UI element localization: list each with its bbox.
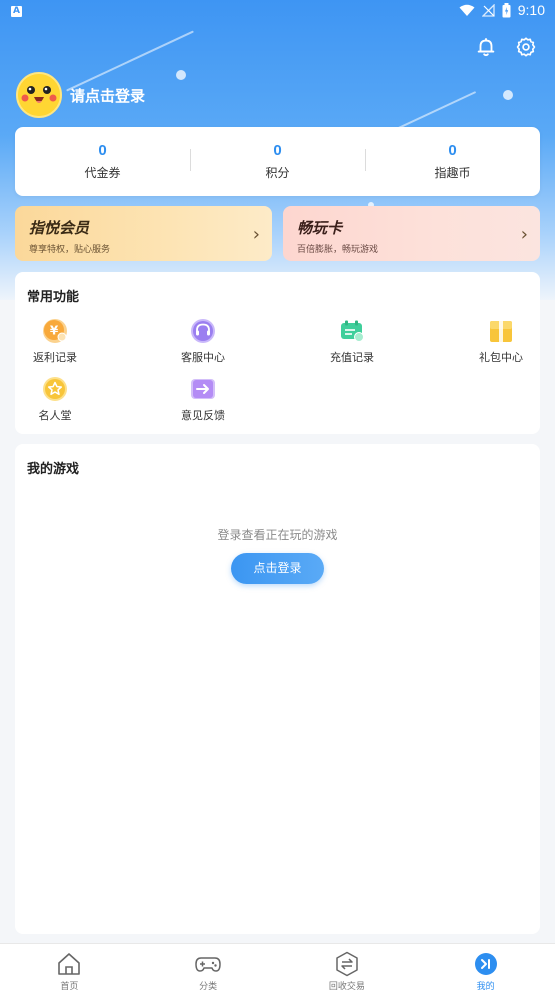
- stat-label: 指趣币: [434, 166, 471, 180]
- clock: 9:10: [517, 2, 545, 18]
- tab-label: 分类: [199, 982, 218, 992]
- avatar-face-icon: [18, 74, 60, 116]
- notification-icon: A: [11, 6, 22, 17]
- vip-membership-banner[interactable]: 指悦会员 尊享特权，贴心服务 ›: [15, 206, 272, 261]
- stat-value: 0: [98, 142, 107, 159]
- gift-icon: [490, 321, 512, 342]
- func-hall-of-fame[interactable]: 名人堂: [15, 376, 95, 423]
- stat-points[interactable]: 0 积分: [190, 142, 365, 181]
- tab-label: 首页: [60, 982, 79, 992]
- empty-state-text: 登录查看正在玩的游戏: [217, 528, 338, 542]
- tab-trade[interactable]: 回收交易: [278, 944, 417, 993]
- tab-category[interactable]: 分类: [139, 944, 278, 993]
- login-button[interactable]: 点击登录: [231, 553, 324, 584]
- recharge-icon: [341, 320, 364, 342]
- tab-home[interactable]: 首页: [0, 944, 139, 993]
- bottom-tab-bar: 首页 分类 回收交易 我的: [0, 943, 555, 993]
- func-label: 意见反馈: [181, 409, 225, 422]
- promo-subtitle: 百倍膨胀，畅玩游戏: [297, 245, 379, 255]
- tab-label: 我的: [476, 982, 495, 992]
- profile-login[interactable]: 请点击登录: [16, 72, 145, 118]
- stat-label: 代金券: [84, 166, 121, 180]
- stat-value: 0: [448, 142, 457, 159]
- func-label: 充值记录: [330, 351, 374, 364]
- gear-icon[interactable]: [515, 36, 537, 58]
- rebate-icon: ¥: [43, 319, 67, 343]
- login-prompt[interactable]: 请点击登录: [70, 85, 145, 106]
- gamepad-icon: [195, 957, 221, 972]
- battery-icon: [502, 2, 511, 17]
- status-bar: A 9:10: [0, 0, 555, 24]
- func-label: 返利记录: [33, 351, 77, 364]
- func-label: 礼包中心: [479, 351, 523, 364]
- stats-card: 0 代金券 0 积分 0 指趣币: [15, 127, 540, 196]
- stat-coins[interactable]: 0 指趣币: [365, 142, 540, 181]
- bell-icon[interactable]: [475, 36, 497, 58]
- tab-label: 回收交易: [328, 982, 365, 992]
- func-gift-center[interactable]: 礼包中心: [461, 318, 541, 365]
- stat-label: 积分: [265, 166, 290, 180]
- profile-icon: [474, 953, 497, 975]
- stat-vouchers[interactable]: 0 代金券: [15, 142, 190, 181]
- avatar[interactable]: [16, 72, 62, 118]
- signal-icon: [481, 3, 495, 17]
- chevron-right-icon: ›: [520, 224, 528, 245]
- promo-title: 指悦会员: [29, 219, 90, 237]
- section-title: 常用功能: [27, 290, 80, 305]
- wifi-icon: [459, 4, 475, 16]
- func-rebate-records[interactable]: ¥ 返利记录: [15, 318, 95, 365]
- headset-icon: [191, 319, 215, 343]
- exchange-icon: [336, 951, 358, 977]
- chevron-right-icon: ›: [252, 224, 260, 245]
- star-icon: [43, 377, 67, 401]
- section-title: 我的游戏: [27, 462, 80, 477]
- play-card-banner[interactable]: 畅玩卡 百倍膨胀，畅玩游戏 ›: [283, 206, 540, 261]
- feedback-icon: [191, 379, 215, 399]
- promo-title: 畅玩卡: [297, 219, 343, 237]
- func-label: 客服中心: [181, 351, 225, 364]
- common-functions-panel: 常用功能 ¥ 返利记录 客服中心 充值记录 礼包中心 名人堂 意见反馈: [15, 272, 540, 434]
- my-games-panel: 我的游戏 登录查看正在玩的游戏 点击登录: [15, 444, 540, 934]
- func-feedback[interactable]: 意见反馈: [163, 376, 243, 423]
- func-label: 名人堂: [38, 409, 72, 422]
- tab-mine[interactable]: 我的: [416, 944, 555, 993]
- stat-value: 0: [273, 142, 282, 159]
- func-recharge-records[interactable]: 充值记录: [312, 318, 392, 365]
- func-customer-service[interactable]: 客服中心: [163, 318, 243, 365]
- promo-subtitle: 尊享特权，贴心服务: [29, 245, 111, 255]
- home-icon: [58, 953, 81, 975]
- svg-text:¥: ¥: [50, 324, 59, 338]
